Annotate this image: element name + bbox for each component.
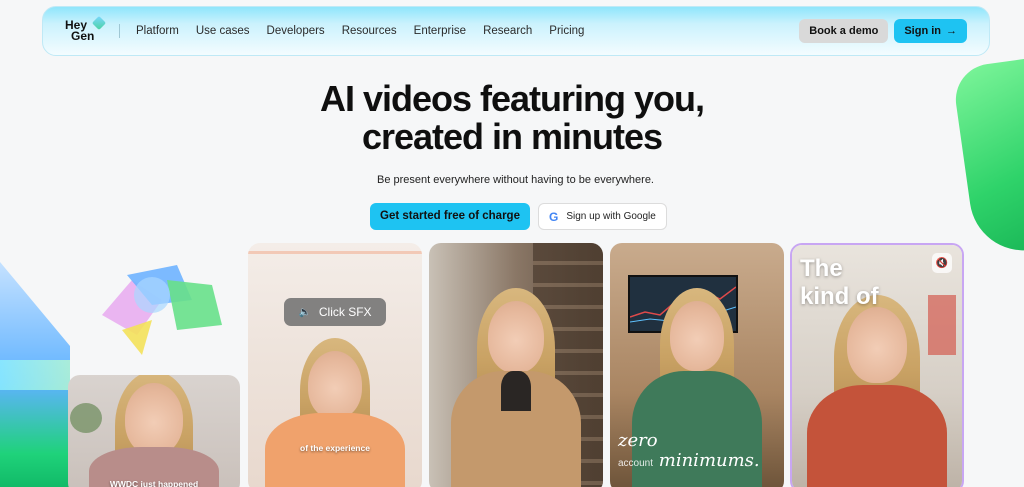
- overlay-minimums: minimums.: [658, 450, 760, 471]
- overlay-the: The: [800, 255, 843, 282]
- nav-actions: Book a demo Sign in →: [799, 19, 967, 43]
- hero-title: AI videos featuring you, created in minu…: [0, 80, 1024, 156]
- heygen-logo[interactable]: Hey Gen: [65, 15, 125, 43]
- hero-title-line2: created in minutes: [361, 116, 663, 157]
- video-card-2[interactable]: 🔈 Click SFX of the experience: [248, 243, 422, 487]
- arrow-right-icon: →: [946, 25, 957, 37]
- card-5-overlay-text: The kind of: [800, 255, 879, 311]
- nav-link-platform[interactable]: Platform: [136, 25, 179, 37]
- card-2-top-strip: [248, 251, 422, 254]
- video-card-1[interactable]: WWDC just happened: [68, 375, 240, 487]
- hero-cta-row: Get started free of charge G Sign up wit…: [370, 203, 667, 230]
- video-card-4[interactable]: zero account minimums.: [610, 243, 784, 487]
- video-card-3[interactable]: [429, 243, 603, 487]
- video-card-5[interactable]: The kind of 🔇: [790, 243, 964, 487]
- google-signup-label: Sign up with Google: [566, 211, 656, 222]
- nav-link-pricing[interactable]: Pricing: [549, 25, 584, 37]
- nav-links: Platform Use cases Developers Resources …: [136, 25, 601, 37]
- google-icon: G: [548, 209, 559, 224]
- person-turtleneck: [501, 371, 531, 411]
- nav-link-resources[interactable]: Resources: [342, 25, 397, 37]
- person-face: [847, 307, 907, 383]
- top-navbar: Hey Gen Platform Use cases Developers Re…: [42, 6, 990, 56]
- overlay-zero: zero: [618, 430, 658, 451]
- person-face: [125, 383, 183, 455]
- person-face: [488, 301, 544, 373]
- speaker-icon: 🔈: [298, 306, 311, 318]
- click-sfx-label: Click SFX: [318, 305, 372, 319]
- card-1-caption: WWDC just happened: [109, 479, 199, 487]
- sign-in-label: Sign in: [904, 25, 941, 37]
- nav-link-research[interactable]: Research: [483, 25, 532, 37]
- sign-in-button[interactable]: Sign in →: [894, 19, 967, 43]
- overlay-account: account: [618, 458, 654, 469]
- decorative-glow: [0, 360, 70, 390]
- plant-decor: [70, 403, 102, 433]
- heygen-3d-logo-icon: [102, 265, 222, 355]
- book-demo-button[interactable]: Book a demo: [799, 19, 889, 43]
- logo-text-gen: Gen: [71, 29, 95, 43]
- person-face: [308, 351, 362, 419]
- nav-link-enterprise[interactable]: Enterprise: [414, 25, 466, 37]
- card-2-caption: of the experience: [300, 443, 370, 453]
- hero-title-line1: AI videos featuring you,: [319, 78, 705, 119]
- kitchen-decor: [928, 295, 956, 355]
- nav-link-use-cases[interactable]: Use cases: [196, 25, 250, 37]
- mute-icon[interactable]: 🔇: [932, 253, 952, 273]
- hero-subtitle: Be present everywhere without having to …: [377, 174, 654, 186]
- person-face: [670, 301, 724, 371]
- nav-link-developers[interactable]: Developers: [267, 25, 325, 37]
- person-torso: [807, 385, 947, 487]
- get-started-button[interactable]: Get started free of charge: [370, 203, 530, 230]
- click-sfx-chip: 🔈 Click SFX: [284, 298, 386, 326]
- overlay-kind-of: kind of: [800, 283, 879, 310]
- google-signup-button[interactable]: G Sign up with Google: [537, 203, 667, 230]
- zero-minimums-overlay: zero account minimums.: [618, 431, 760, 474]
